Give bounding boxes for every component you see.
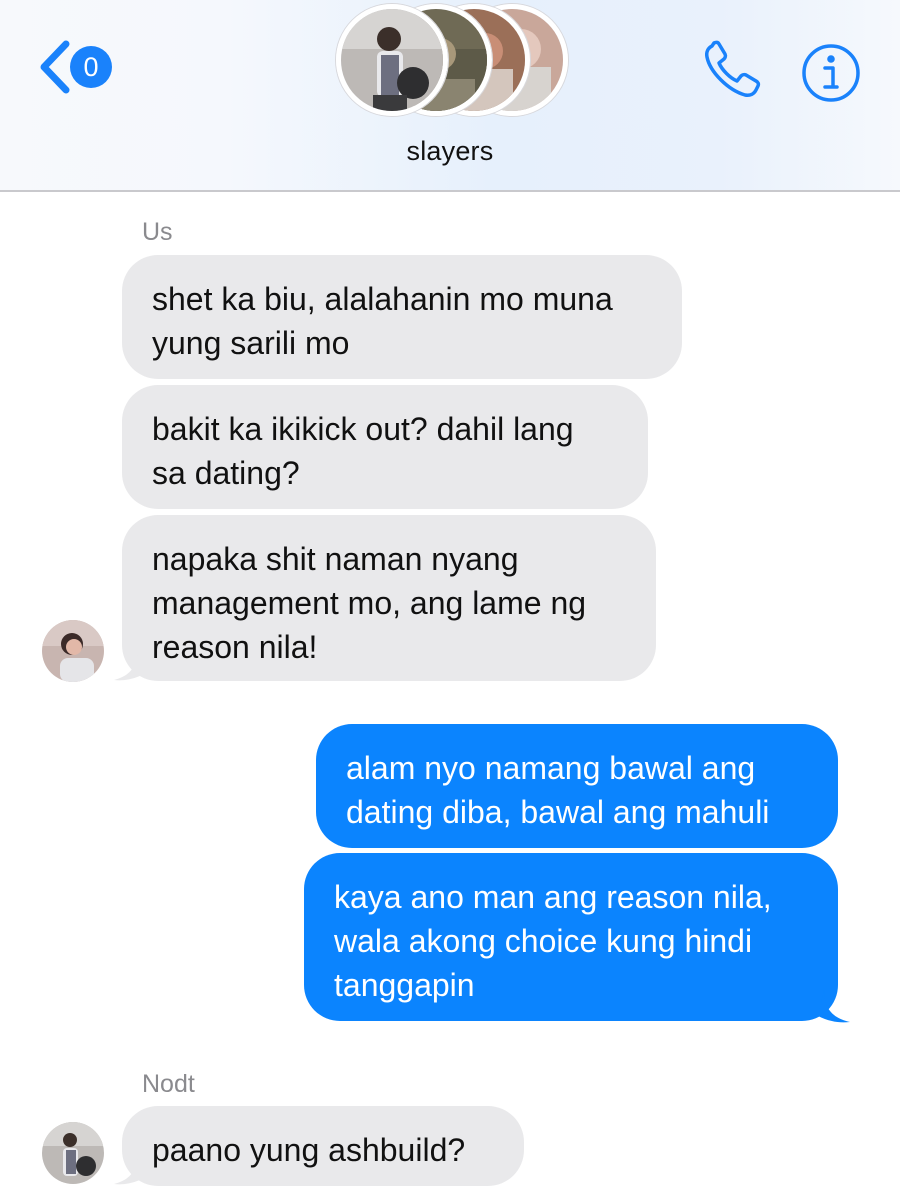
sender-name: Nodt (142, 1070, 195, 1098)
member-avatar-1 (336, 4, 448, 116)
message-bubble-incoming[interactable]: paano yung ashbuild? (122, 1106, 524, 1186)
message-bubble-outgoing[interactable]: kaya ano man ang reason nila, wala akong… (304, 853, 838, 1021)
back-button[interactable]: 0 (36, 38, 116, 96)
avatar[interactable] (42, 620, 104, 682)
group-title[interactable]: slayers (0, 136, 900, 167)
sender-name: Us (142, 218, 173, 246)
bubble-tail (818, 990, 850, 1023)
bubble-tail (114, 648, 144, 681)
message-bubble-outgoing[interactable]: alam nyo namang bawal ang dating diba, b… (316, 724, 838, 848)
message-bubble-incoming[interactable]: bakit ka ikikick out? dahil lang sa dati… (122, 385, 648, 509)
message-bubble-incoming[interactable]: napaka shit naman nyang management mo, a… (122, 515, 656, 681)
info-icon[interactable] (800, 42, 862, 104)
chevron-left-icon (40, 40, 70, 94)
group-avatars[interactable] (336, 4, 568, 120)
avatar[interactable] (42, 1122, 104, 1184)
unread-count-badge: 0 (70, 46, 112, 88)
chat-header: 0 slayers (0, 0, 900, 192)
phone-icon[interactable] (700, 40, 766, 102)
bubble-tail (114, 1152, 144, 1185)
message-bubble-incoming[interactable]: shet ka biu, alalahanin mo muna yung sar… (122, 255, 682, 379)
